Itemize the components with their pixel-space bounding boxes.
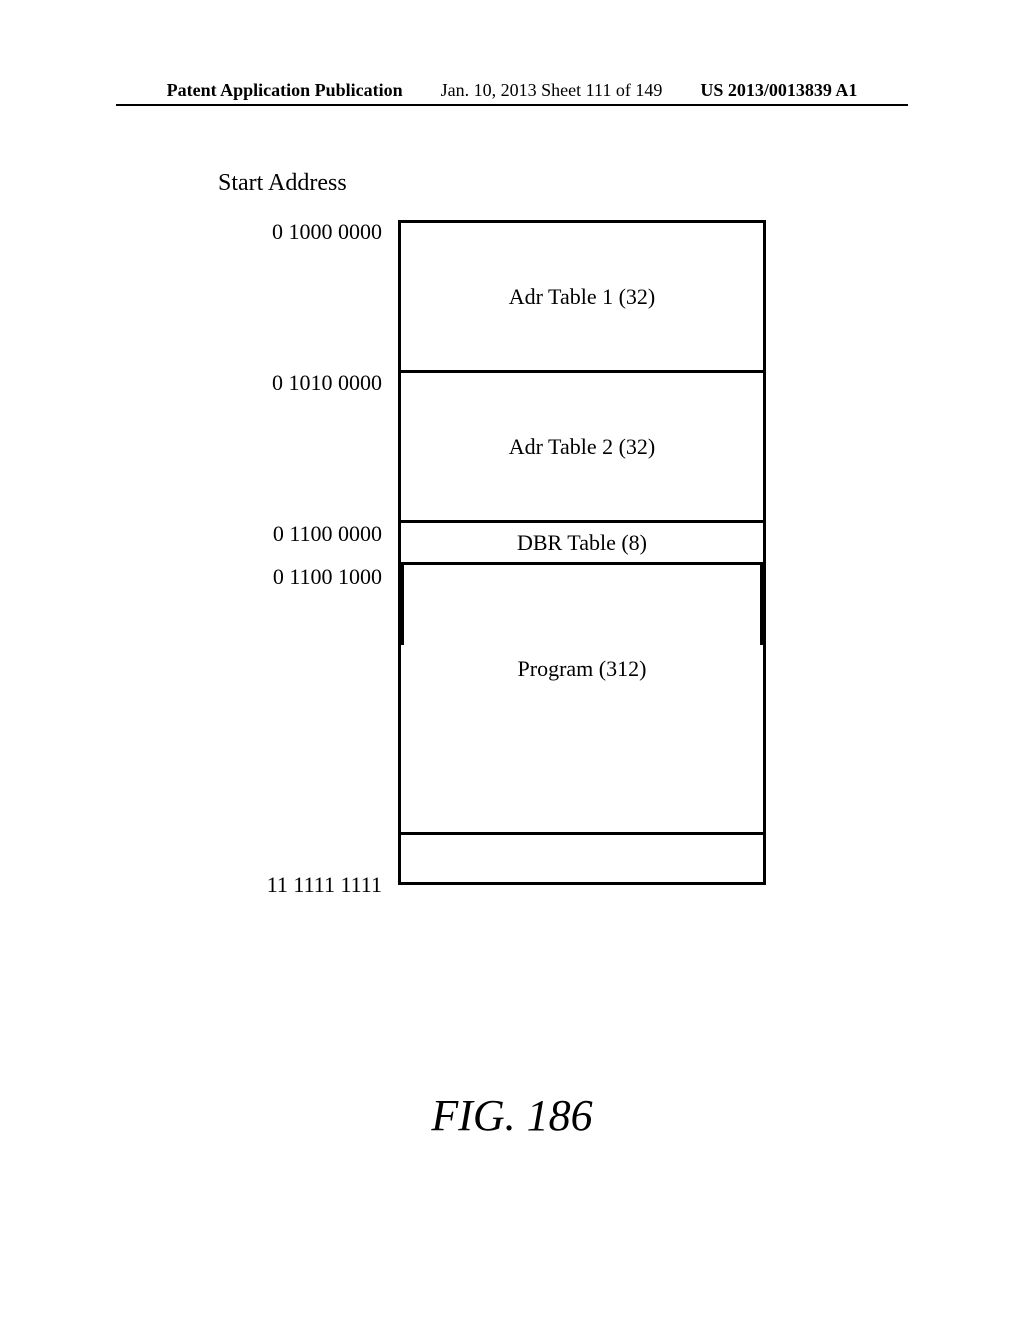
region-adr-table-1: Adr Table 1 (32) — [401, 223, 763, 373]
header-left: Patent Application Publication — [167, 80, 403, 101]
region-adr-table-2: Adr Table 2 (32) — [401, 373, 763, 523]
header-right: US 2013/0013839 A1 — [700, 80, 857, 101]
region-label: Program (312) — [518, 656, 647, 682]
region-label: Adr Table 1 (32) — [509, 284, 656, 310]
addr-0: 0 1000 0000 — [212, 219, 382, 245]
addr-4: 11 1111 1111 — [212, 872, 382, 898]
page-header: Patent Application Publication Jan. 10, … — [0, 80, 1024, 101]
page: Patent Application Publication Jan. 10, … — [0, 0, 1024, 1320]
region-end — [398, 835, 766, 885]
region-label: DBR Table (8) — [517, 530, 647, 556]
region-label: Adr Table 2 (32) — [509, 434, 656, 460]
header-rule — [116, 104, 908, 106]
region-dbr-table: DBR Table (8) — [401, 523, 763, 565]
start-address-heading: Start Address — [218, 170, 347, 197]
addr-2: 0 1100 0000 — [212, 521, 382, 547]
memory-map: Adr Table 1 (32) Adr Table 2 (32) DBR Ta… — [398, 220, 766, 885]
header-mid: Jan. 10, 2013 Sheet 111 of 149 — [441, 80, 663, 101]
addr-1: 0 1010 0000 — [212, 370, 382, 396]
region-program: Program (312) — [398, 565, 766, 835]
figure-caption: FIG. 186 — [0, 1090, 1024, 1141]
addr-3: 0 1100 1000 — [212, 564, 382, 590]
